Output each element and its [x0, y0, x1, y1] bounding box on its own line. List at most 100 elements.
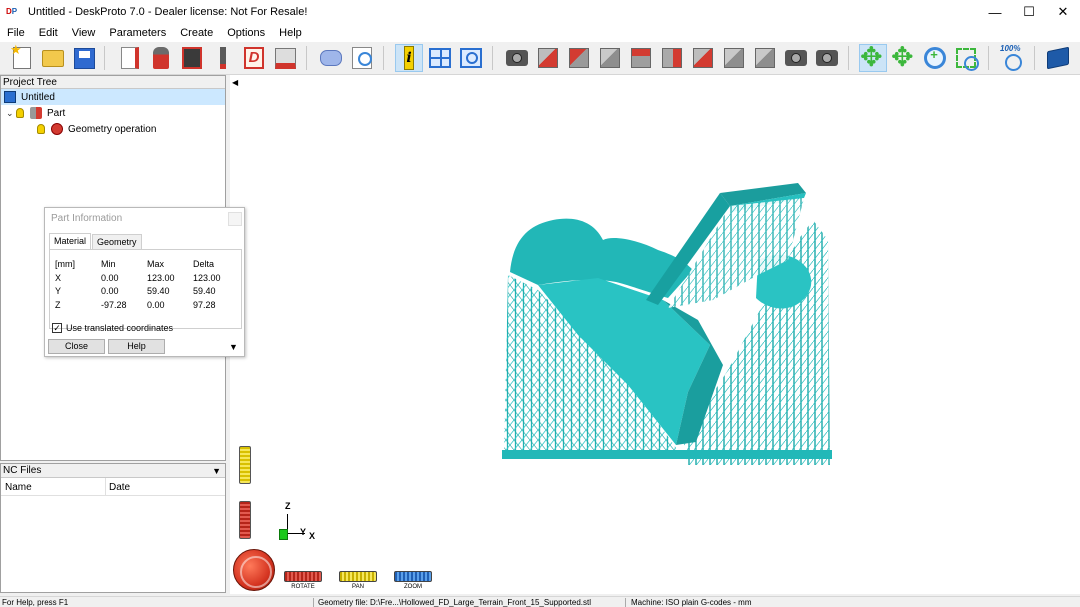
zoom-100-button[interactable]: 100%: [999, 44, 1027, 72]
export-button[interactable]: [271, 44, 299, 72]
translated-coordinates-checkbox[interactable]: ✓: [52, 323, 62, 333]
part-information-dialog: Part Information Material Geometry [mm] …: [44, 207, 245, 357]
z-min-value: -97.28: [101, 300, 127, 310]
new-project-button[interactable]: [8, 42, 36, 72]
tab-geometry[interactable]: Geometry: [92, 234, 142, 250]
menu-view[interactable]: View: [65, 24, 103, 42]
view-bottom-button[interactable]: [720, 44, 748, 72]
import-geometry-icon: [121, 47, 139, 69]
row-axis-y: Y: [55, 286, 62, 296]
minimize-button[interactable]: —: [978, 0, 1012, 24]
camera-rotate-icon: [785, 50, 807, 66]
zoom-mode-button[interactable]: [921, 44, 949, 72]
axis-x-label: X: [309, 531, 316, 541]
view-top-button[interactable]: [689, 44, 717, 72]
zoom-thumbwheel[interactable]: [394, 571, 432, 582]
chevron-down-icon[interactable]: ▼: [212, 464, 221, 478]
view-right-button[interactable]: [658, 44, 686, 72]
maximize-button[interactable]: ☐: [1012, 0, 1046, 24]
tree-item-project[interactable]: Untitled: [1, 89, 225, 105]
status-machine: Machine: ISO plain G-codes - mm: [631, 598, 752, 607]
tree-item-label: Part: [47, 107, 66, 119]
preview-button[interactable]: [348, 44, 376, 72]
open-project-button[interactable]: [39, 44, 67, 72]
tree-item-geometry-operation[interactable]: Geometry operation: [37, 121, 156, 137]
chevron-down-icon[interactable]: ⌄: [6, 108, 16, 119]
close-button[interactable]: ✕: [1046, 0, 1080, 24]
pan-thumbwheel[interactable]: [339, 571, 377, 582]
help-book-button[interactable]: [1044, 44, 1072, 72]
view-left-button[interactable]: [627, 44, 655, 72]
cube-front-icon: [569, 48, 589, 68]
help-button[interactable]: Help: [108, 339, 165, 354]
pan-arrows-icon: [891, 42, 917, 72]
save-project-button[interactable]: [70, 44, 98, 72]
lightbulb-icon[interactable]: [37, 124, 45, 134]
dialog-close-button[interactable]: [228, 212, 242, 226]
export-icon: [274, 47, 296, 69]
menu-edit[interactable]: Edit: [32, 24, 65, 42]
toolbar-separator: [104, 46, 105, 70]
column-header-name[interactable]: Name: [5, 482, 32, 493]
geometry-operation-button[interactable]: [317, 44, 345, 72]
menu-file[interactable]: File: [0, 24, 32, 42]
toolbar-separator: [988, 46, 989, 70]
new-project-icon: [10, 42, 31, 69]
toolbar-separator: [1034, 46, 1035, 70]
floppy-disk-icon: [73, 47, 95, 69]
nc-files-panel: NC Files ▼ Name Date: [0, 463, 226, 593]
tab-material[interactable]: Material: [49, 233, 92, 250]
tree-item-part[interactable]: ⌄ Part: [6, 105, 65, 121]
collapse-panel-icon[interactable]: ◀: [232, 78, 238, 87]
rotate-dial[interactable]: [233, 549, 275, 591]
title-bar: DP Untitled - DeskProto 7.0 - Dealer lic…: [0, 0, 1080, 24]
view-b-button[interactable]: [813, 44, 841, 72]
cube-bottom-icon: [724, 48, 744, 68]
pan-mode-button[interactable]: [890, 42, 918, 72]
row-axis-z: Z: [55, 300, 61, 310]
rotate-view-button[interactable]: [782, 44, 810, 72]
rotate-vertical-thumbwheel[interactable]: [239, 501, 251, 539]
menu-bar: File Edit View Parameters Create Options…: [0, 24, 1080, 42]
view-front-button[interactable]: [565, 44, 593, 72]
menu-parameters[interactable]: Parameters: [102, 24, 173, 42]
part-information-button[interactable]: i: [395, 44, 423, 72]
part-parameters-icon: [153, 47, 169, 69]
tool-button[interactable]: [209, 44, 237, 72]
x-delta-value: 123.00: [193, 273, 221, 283]
screenshot-button[interactable]: [503, 44, 531, 72]
cube-right-icon: [662, 48, 682, 68]
x-min-value: 0.00: [101, 273, 119, 283]
cube-grey-icon: [755, 48, 775, 68]
view-a-button[interactable]: [751, 44, 779, 72]
menu-options[interactable]: Options: [220, 24, 272, 42]
zoom-window-button[interactable]: [952, 44, 980, 72]
import-geometry-button[interactable]: [116, 44, 144, 72]
row-axis-x: X: [55, 273, 62, 283]
translated-coordinates-option[interactable]: ✓ Use translated coordinates: [52, 323, 173, 333]
expand-dialog-icon[interactable]: ▼: [229, 342, 238, 352]
dxf-button[interactable]: D: [240, 44, 268, 72]
window-preview-button[interactable]: [457, 44, 485, 72]
nc-files-columns: Name Date: [1, 478, 225, 496]
rotate-thumbwheel[interactable]: [284, 571, 322, 582]
close-dialog-button[interactable]: Close: [48, 339, 105, 354]
view-back-button[interactable]: [596, 44, 624, 72]
lightbulb-icon[interactable]: [16, 108, 24, 118]
pan-vertical-thumbwheel[interactable]: [239, 446, 251, 484]
project-icon: [4, 91, 16, 103]
column-divider[interactable]: [105, 478, 106, 496]
status-help-text: For Help, press F1: [2, 598, 69, 607]
window-magnify-icon: [460, 48, 482, 68]
rotate-mode-button[interactable]: [859, 42, 887, 72]
column-header-date[interactable]: Date: [109, 482, 130, 493]
view-iso-button[interactable]: [534, 44, 562, 72]
bitmap-button[interactable]: [178, 44, 206, 72]
split-view-button[interactable]: [426, 44, 454, 72]
menu-create[interactable]: Create: [173, 24, 220, 42]
rotate-arrows-icon: [860, 42, 886, 72]
zoom-in-icon: [924, 47, 946, 69]
menu-help[interactable]: Help: [272, 24, 309, 42]
magnify-document-icon: [352, 47, 372, 69]
part-parameters-button[interactable]: [147, 44, 175, 72]
